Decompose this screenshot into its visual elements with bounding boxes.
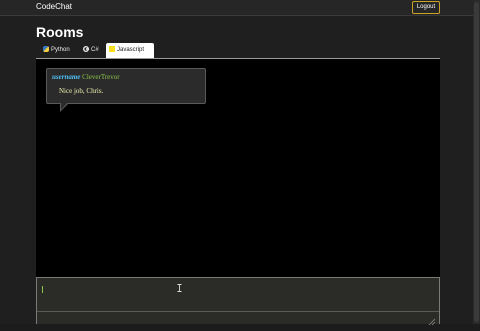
page-title: Rooms [36,24,84,40]
javascript-icon [109,46,115,52]
resize-handle-icon[interactable] [427,313,436,326]
text-caret [42,286,43,293]
username-label: username [52,73,81,81]
tab-csharp[interactable]: C# [80,43,104,58]
tab-python[interactable]: Python [40,43,76,58]
csharp-icon [83,44,89,52]
bubble-tail-fill [61,103,67,110]
python-icon [43,46,49,52]
window-scrollbar[interactable] [473,0,480,324]
message-author: username CleverTrevor [52,73,120,82]
app-window: CodeChat Logout Rooms Python C# Javascri… [0,0,480,326]
tab-javascript[interactable]: Javascript [106,43,154,58]
logout-button[interactable]: Logout [412,1,440,14]
scrollbar-thumb[interactable] [474,2,479,322]
ibeam-cursor-icon [177,284,182,292]
tab-label: C# [91,47,99,53]
message-text: Nice job, Chris. [59,87,104,95]
chat-messages-area: username CleverTrevor Nice job, Chris. [36,59,440,277]
message-input[interactable] [36,277,440,326]
navbar: CodeChat Logout [0,0,473,16]
input-divider [37,311,439,312]
message-bubble: username CleverTrevor Nice job, Chris. [46,68,206,104]
tab-label: Python [51,47,70,53]
brand-name[interactable]: CodeChat [36,2,72,12]
tab-label: Javascript [117,47,145,53]
room-tabs: Python C# Javascript [36,43,440,59]
username-value: CleverTrevor [82,73,120,81]
